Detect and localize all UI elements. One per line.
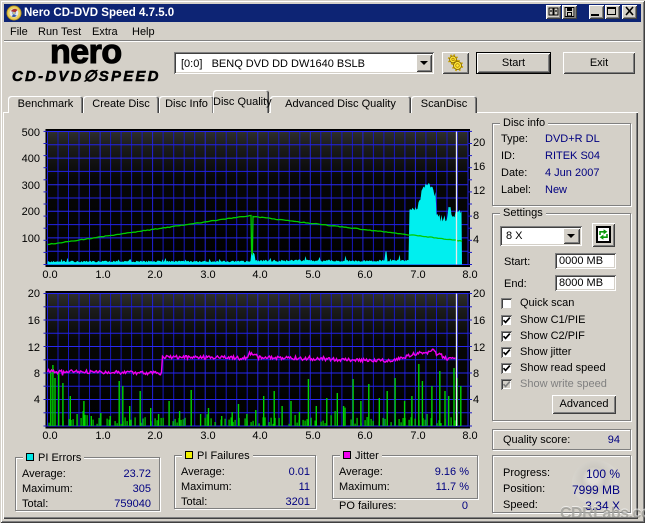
svg-text:6.0: 6.0	[357, 269, 372, 280]
svg-text:300: 300	[22, 180, 40, 192]
svg-text:16: 16	[473, 315, 485, 327]
svg-text:7.0: 7.0	[410, 430, 425, 442]
svg-text:4: 4	[34, 394, 40, 406]
svg-text:8.0: 8.0	[462, 430, 477, 442]
svg-text:0.0: 0.0	[42, 430, 57, 442]
svg-text:12: 12	[473, 185, 485, 197]
svg-text:8: 8	[34, 368, 40, 380]
svg-text:2.0: 2.0	[147, 430, 162, 442]
svg-text:8: 8	[473, 368, 479, 380]
svg-text:4.0: 4.0	[252, 269, 267, 280]
svg-text:16: 16	[473, 161, 485, 173]
svg-text:8: 8	[473, 210, 479, 222]
svg-text:4.0: 4.0	[252, 430, 267, 442]
svg-text:3.0: 3.0	[200, 269, 215, 280]
svg-text:400: 400	[22, 153, 40, 165]
svg-text:100: 100	[22, 233, 40, 245]
svg-text:1.0: 1.0	[95, 269, 110, 280]
svg-text:8.0: 8.0	[462, 269, 477, 280]
svg-text:20: 20	[473, 288, 485, 300]
svg-text:12: 12	[28, 342, 40, 354]
svg-text:1.0: 1.0	[95, 430, 110, 442]
svg-text:200: 200	[22, 206, 40, 218]
svg-text:0.0: 0.0	[42, 269, 57, 280]
svg-text:12: 12	[473, 342, 485, 354]
svg-text:4: 4	[473, 394, 479, 406]
svg-text:4: 4	[473, 234, 479, 246]
svg-text:16: 16	[28, 315, 40, 327]
svg-text:5.0: 5.0	[305, 269, 320, 280]
svg-text:20: 20	[473, 137, 485, 149]
svg-text:5.0: 5.0	[305, 430, 320, 442]
svg-text:3.0: 3.0	[200, 430, 215, 442]
svg-text:2.0: 2.0	[147, 269, 162, 280]
svg-text:6.0: 6.0	[357, 430, 372, 442]
svg-text:500: 500	[22, 127, 40, 139]
svg-text:7.0: 7.0	[410, 269, 425, 280]
svg-text:20: 20	[28, 288, 40, 300]
